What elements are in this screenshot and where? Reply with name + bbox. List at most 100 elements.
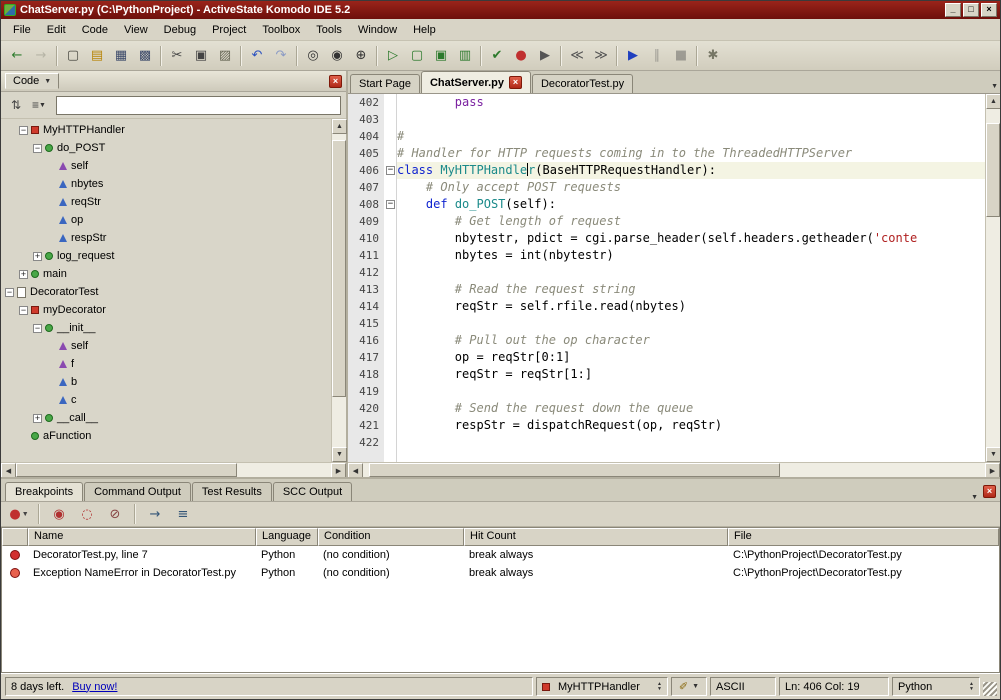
code-line[interactable]: 409 # Get length of request xyxy=(348,213,985,230)
code-filter-input[interactable] xyxy=(56,96,341,115)
menu-code[interactable]: Code xyxy=(74,21,116,39)
tree-item-dopost[interactable]: −do_POST xyxy=(1,139,331,157)
scroll-up-icon[interactable]: ▲ xyxy=(332,119,347,134)
scope-spinner-icon[interactable]: ▲▼ xyxy=(657,682,662,692)
menu-file[interactable]: File xyxy=(5,21,39,39)
code-line[interactable]: 403 xyxy=(348,111,985,128)
code-line[interactable]: 404# xyxy=(348,128,985,145)
tools-button[interactable]: ✱ xyxy=(701,44,725,68)
tree-item-respstr[interactable]: respStr xyxy=(1,229,331,247)
cut-button[interactable]: ✂ xyxy=(165,44,189,68)
scroll-down-icon[interactable]: ▼ xyxy=(986,447,1001,462)
breakpoint-row[interactable]: DecoratorTest.py, line 7Python(no condit… xyxy=(2,546,999,564)
redo-button[interactable]: ↷ xyxy=(269,44,293,68)
preview-tab-button[interactable]: ▥ xyxy=(453,44,477,68)
indent-button[interactable]: ≫ xyxy=(589,44,613,68)
code-line[interactable]: 416 # Pull out the op character xyxy=(348,332,985,349)
play-macro-button[interactable]: ▶ xyxy=(533,44,557,68)
code-line[interactable]: 406−class MyHTTPHandler(BaseHTTPRequestH… xyxy=(348,162,985,179)
tree-item-main[interactable]: +main xyxy=(1,265,331,283)
save-button[interactable]: ▦ xyxy=(109,44,133,68)
breakpoint-row[interactable]: Exception NameError in DecoratorTest.pyP… xyxy=(2,564,999,582)
tree-item-mydecorator[interactable]: −myDecorator xyxy=(1,301,331,319)
menu-window[interactable]: Window xyxy=(350,21,405,39)
resize-grip[interactable] xyxy=(983,682,997,696)
tree-item-self[interactable]: self xyxy=(1,157,331,175)
menu-tools[interactable]: Tools xyxy=(308,21,350,39)
collapse-icon[interactable]: − xyxy=(19,306,28,315)
expand-icon[interactable]: + xyxy=(33,252,42,261)
menu-edit[interactable]: Edit xyxy=(39,21,74,39)
code-line[interactable]: 410 nbytestr, pdict = cgi.parse_header(s… xyxy=(348,230,985,247)
scroll-left-icon[interactable]: ◀ xyxy=(1,463,16,478)
tree-hscroll-thumb[interactable] xyxy=(16,463,237,477)
code-panel-tab[interactable]: Code ▼ xyxy=(5,73,59,89)
menu-project[interactable]: Project xyxy=(204,21,254,39)
edit-mode-indicator[interactable]: ✐ ▼ xyxy=(671,677,707,696)
language-selector[interactable]: Python ▲▼ xyxy=(892,677,980,696)
paste-button[interactable]: ▨ xyxy=(213,44,237,68)
copy-button[interactable]: ▣ xyxy=(189,44,213,68)
check-syntax-button[interactable]: ✔ xyxy=(485,44,509,68)
close-tab-icon[interactable]: × xyxy=(509,76,522,89)
scroll-up-icon[interactable]: ▲ xyxy=(986,94,1001,109)
column-header-language[interactable]: Language xyxy=(256,528,318,546)
code-line[interactable]: 414 reqStr = self.rfile.read(nbytes) xyxy=(348,298,985,315)
code-line[interactable]: 418 reqStr = reqStr[1:] xyxy=(348,366,985,383)
bottom-panel-dropdown-icon[interactable]: ▼ xyxy=(971,494,978,501)
code-line[interactable]: 413 # Read the request string xyxy=(348,281,985,298)
editor-hscroll-thumb[interactable] xyxy=(369,463,780,477)
tree-item-self[interactable]: self xyxy=(1,337,331,355)
delete-breakpoint-button[interactable]: ⊘ xyxy=(103,502,127,526)
scroll-down-icon[interactable]: ▼ xyxy=(332,447,347,462)
minimize-button[interactable]: _ xyxy=(945,3,961,17)
code-lines[interactable]: 402 pass403404#405# Handler for HTTP req… xyxy=(348,94,985,462)
tab-start-page[interactable]: Start Page xyxy=(350,74,420,93)
code-line[interactable]: 419 xyxy=(348,383,985,400)
scroll-right-icon[interactable]: ▶ xyxy=(331,463,346,478)
editor-hscroll-track[interactable] xyxy=(363,463,985,477)
tree-item-myhttphandler[interactable]: −MyHTTPHandler xyxy=(1,121,331,139)
code-line[interactable]: 417 op = reqStr[0:1] xyxy=(348,349,985,366)
preview-in-browser-button[interactable]: ▷ xyxy=(381,44,405,68)
maximize-button[interactable]: □ xyxy=(963,3,979,17)
scroll-left-icon[interactable]: ◀ xyxy=(348,463,363,478)
tab-scc-output[interactable]: SCC Output xyxy=(273,482,352,501)
add-breakpoint-button[interactable]: ●▼ xyxy=(7,502,31,526)
column-header-condition[interactable]: Condition xyxy=(318,528,464,546)
code-line[interactable]: 411 nbytes = int(nbytestr) xyxy=(348,247,985,264)
tree-item-call[interactable]: +__call__ xyxy=(1,409,331,427)
toggle-breakpoint-state-button[interactable]: ◉ xyxy=(47,502,71,526)
collapse-icon[interactable]: − xyxy=(33,324,42,333)
tree-item-init[interactable]: −__init__ xyxy=(1,319,331,337)
code-line[interactable]: 420 # Send the request down the queue xyxy=(348,400,985,417)
go-to-source-button[interactable]: → xyxy=(143,502,167,526)
menu-help[interactable]: Help xyxy=(405,21,444,39)
tree-item-b[interactable]: b xyxy=(1,373,331,391)
new-file-button[interactable]: ▢ xyxy=(61,44,85,68)
tree-item-decoratortest[interactable]: −DecoratorTest xyxy=(1,283,331,301)
collapse-fold-icon[interactable]: − xyxy=(386,200,395,209)
tree-item-afunction[interactable]: aFunction xyxy=(1,427,331,445)
buy-now-link[interactable]: Buy now! xyxy=(72,681,117,693)
editor-vscroll-thumb[interactable] xyxy=(986,123,1000,218)
column-header-file[interactable]: File xyxy=(728,528,999,546)
tree-hscroll-track[interactable] xyxy=(16,463,331,477)
code-line[interactable]: 412 xyxy=(348,264,985,281)
close-code-panel-button[interactable]: × xyxy=(329,75,342,88)
tab-decoratortest-py[interactable]: DecoratorTest.py xyxy=(532,74,633,93)
save-all-button[interactable]: ▩ xyxy=(133,44,157,68)
tree-item-nbytes[interactable]: nbytes xyxy=(1,175,331,193)
scope-selector[interactable]: MyHTTPHandler ▲▼ xyxy=(536,677,668,696)
collapse-fold-icon[interactable]: − xyxy=(386,166,395,175)
scroll-right-icon[interactable]: ▶ xyxy=(985,463,1000,478)
encoding-indicator[interactable]: ASCII xyxy=(710,677,776,696)
menu-toolbox[interactable]: Toolbox xyxy=(254,21,308,39)
tab-command-output[interactable]: Command Output xyxy=(84,482,191,501)
collapse-icon[interactable]: − xyxy=(5,288,14,297)
menu-debug[interactable]: Debug xyxy=(156,21,204,39)
expand-icon[interactable]: + xyxy=(19,270,28,279)
close-window-button[interactable]: × xyxy=(981,3,997,17)
editor-vscrollbar[interactable]: ▲ ▼ xyxy=(985,94,1000,462)
list-view-button[interactable]: ≡ xyxy=(171,502,195,526)
